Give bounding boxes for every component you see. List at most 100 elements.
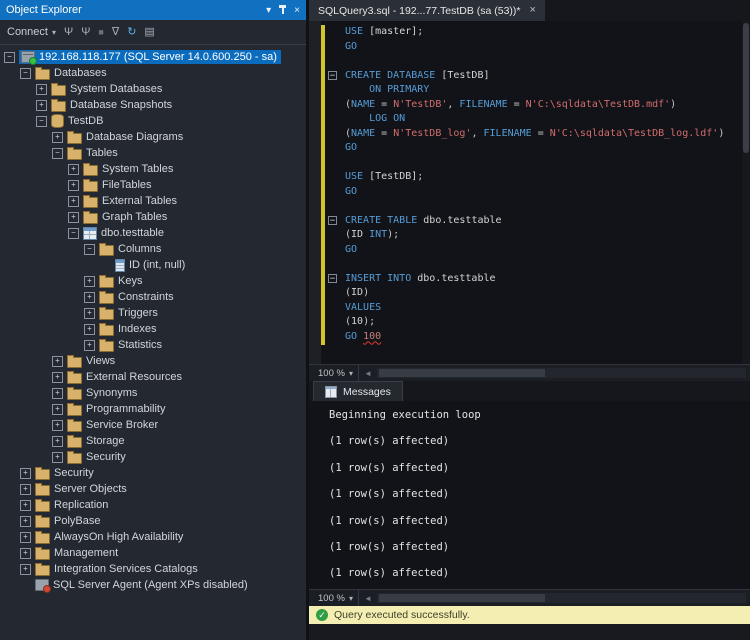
expand-icon[interactable]: + (84, 324, 95, 335)
tree-item[interactable]: +System Databases (0, 81, 306, 97)
tree-item[interactable]: +Integration Services Catalogs (0, 561, 306, 577)
messages-horizontal-scrollbar[interactable] (377, 593, 746, 603)
tree-item[interactable]: +Constraints (0, 289, 306, 305)
expand-icon[interactable]: + (20, 548, 31, 559)
tree-item[interactable]: −Tables (0, 145, 306, 161)
tree-item[interactable]: +FileTables (0, 177, 306, 193)
tree-item[interactable]: +Synonyms (0, 385, 306, 401)
query-tab[interactable]: SQLQuery3.sql - 192...77.TestDB (sa (53)… (309, 0, 545, 21)
expand-icon[interactable]: + (68, 196, 79, 207)
expand-icon[interactable]: + (20, 500, 31, 511)
code-editor[interactable]: USE [master];GO−CREATE DATABASE [TestDB]… (309, 21, 750, 364)
window-position-icon[interactable]: ▾ (266, 5, 271, 16)
code-line: USE [TestDB]; (309, 170, 742, 185)
tree-item[interactable]: +AlwaysOn High Availability (0, 529, 306, 545)
scroll-left-icon[interactable]: ◄ (364, 594, 372, 603)
tree-item[interactable]: +External Resources (0, 369, 306, 385)
tree-item[interactable]: −TestDB (0, 113, 306, 129)
code-token: GO (345, 41, 357, 52)
editor-horizontal-scrollbar[interactable] (377, 368, 746, 378)
code-token: ON PRIMARY (345, 84, 429, 95)
folder-icon (67, 405, 82, 416)
tree-item[interactable]: −Columns (0, 241, 306, 257)
expand-icon[interactable]: + (20, 532, 31, 543)
expand-icon[interactable]: + (52, 404, 63, 415)
connect-button[interactable]: Connect ▾ (7, 26, 56, 38)
tree-item[interactable]: +Server Objects (0, 481, 306, 497)
expand-icon[interactable]: + (68, 164, 79, 175)
tree-item[interactable]: +Security (0, 449, 306, 465)
collapse-icon[interactable]: − (52, 148, 63, 159)
script-icon[interactable]: ▤ (144, 27, 154, 38)
tree-item[interactable]: +Statistics (0, 337, 306, 353)
scrollbar-thumb[interactable] (379, 369, 545, 377)
tree-item[interactable]: +Database Snapshots (0, 97, 306, 113)
expand-icon[interactable]: + (52, 356, 63, 367)
folder-icon (99, 309, 114, 320)
expand-icon[interactable]: + (68, 180, 79, 191)
tree-item[interactable]: +Graph Tables (0, 209, 306, 225)
tree-item[interactable]: +PolyBase (0, 513, 306, 529)
expand-icon[interactable]: + (68, 212, 79, 223)
expand-icon[interactable]: + (84, 340, 95, 351)
tree-item[interactable]: +Programmability (0, 401, 306, 417)
editor-vertical-scrollbar[interactable] (742, 21, 750, 364)
tree-item[interactable]: +Security (0, 465, 306, 481)
expand-icon[interactable]: + (52, 420, 63, 431)
collapse-icon[interactable]: − (36, 116, 47, 127)
expand-icon[interactable]: + (52, 452, 63, 463)
fold-collapse-icon[interactable]: − (328, 216, 337, 225)
tree-item[interactable]: +System Tables (0, 161, 306, 177)
expand-icon[interactable]: + (52, 436, 63, 447)
tree-item[interactable]: +Keys (0, 273, 306, 289)
tree-item[interactable]: −192.168.118.177 (SQL Server 14.0.600.25… (0, 49, 306, 65)
tree-item[interactable]: +Storage (0, 433, 306, 449)
scrollbar-thumb[interactable] (743, 23, 749, 153)
expand-icon[interactable]: + (20, 468, 31, 479)
tree-item[interactable]: +Management (0, 545, 306, 561)
fold-collapse-icon[interactable]: − (328, 71, 337, 80)
expand-icon[interactable]: + (36, 84, 47, 95)
tree-item[interactable]: +ID (int, null) (0, 257, 306, 273)
message-line (329, 528, 750, 541)
expand-icon[interactable]: + (20, 564, 31, 575)
messages-tab[interactable]: Messages (313, 381, 403, 401)
tab-close-icon[interactable]: × (530, 5, 536, 16)
editor-zoom-control[interactable]: 100 % ▾ (313, 365, 359, 381)
expand-icon[interactable]: + (84, 308, 95, 319)
tree-item[interactable]: −Databases (0, 65, 306, 81)
tree-item[interactable]: +Triggers (0, 305, 306, 321)
object-explorer-titlebar[interactable]: Object Explorer ▾ × (0, 0, 306, 20)
tree-item[interactable]: −dbo.testtable (0, 225, 306, 241)
collapse-icon[interactable]: − (4, 52, 15, 63)
refresh-icon[interactable]: ↻ (127, 27, 136, 38)
filter-icon[interactable]: ∇ (112, 27, 119, 38)
tree-item[interactable]: +SQL Server Agent (Agent XPs disabled) (0, 577, 306, 593)
expand-icon[interactable]: + (84, 292, 95, 303)
expand-icon[interactable]: + (52, 372, 63, 383)
messages-zoom-control[interactable]: 100 % ▾ (313, 590, 359, 606)
expand-icon[interactable]: + (84, 276, 95, 287)
stop-icon[interactable]: ■ (98, 28, 103, 37)
tree-item[interactable]: +Service Broker (0, 417, 306, 433)
expand-icon[interactable]: + (20, 484, 31, 495)
close-icon[interactable]: × (294, 5, 300, 16)
fold-collapse-icon[interactable]: − (328, 274, 337, 283)
scrollbar-thumb[interactable] (379, 594, 545, 602)
expand-icon[interactable]: + (36, 100, 47, 111)
collapse-icon[interactable]: − (84, 244, 95, 255)
pin-icon[interactable] (278, 4, 287, 16)
tree-item[interactable]: +Replication (0, 497, 306, 513)
disconnect-plug-icon[interactable]: Ψ (81, 27, 90, 38)
expand-icon[interactable]: + (52, 132, 63, 143)
connect-plug-icon[interactable]: Ψ (64, 27, 73, 38)
collapse-icon[interactable]: − (20, 68, 31, 79)
tree-item[interactable]: +External Tables (0, 193, 306, 209)
expand-icon[interactable]: + (52, 388, 63, 399)
expand-icon[interactable]: + (20, 516, 31, 527)
scroll-left-icon[interactable]: ◄ (364, 369, 372, 378)
tree-item[interactable]: +Database Diagrams (0, 129, 306, 145)
tree-item[interactable]: +Views (0, 353, 306, 369)
collapse-icon[interactable]: − (68, 228, 79, 239)
tree-item[interactable]: +Indexes (0, 321, 306, 337)
